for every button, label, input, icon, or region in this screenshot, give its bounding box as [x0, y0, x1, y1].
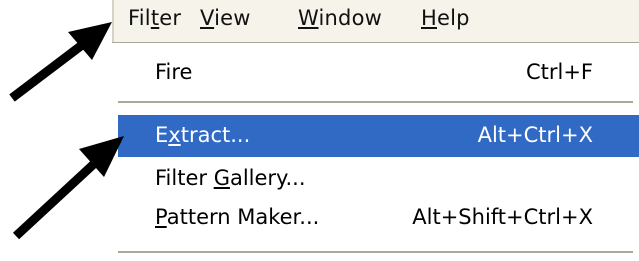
arrow-icon [9, 22, 112, 102]
arrow-icon [12, 136, 124, 240]
annotation-arrows [9, 22, 124, 240]
